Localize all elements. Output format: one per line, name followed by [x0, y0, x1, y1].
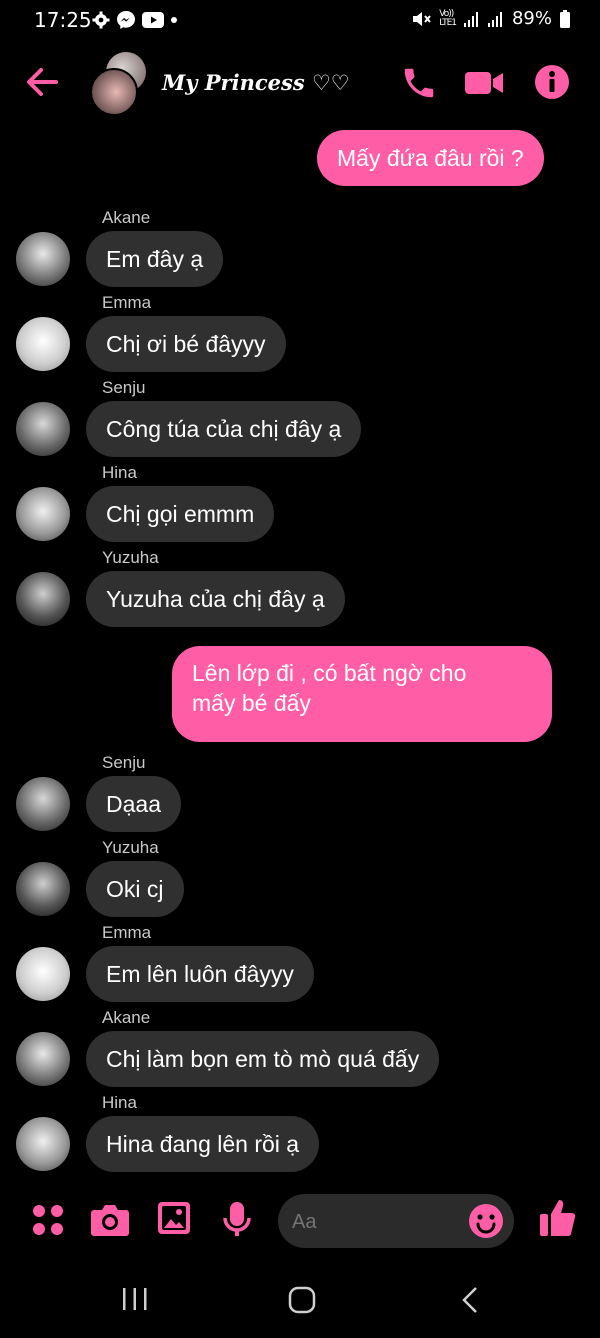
phone-icon[interactable]: [400, 64, 438, 102]
avatar-hina[interactable]: [16, 1117, 70, 1171]
back-icon[interactable]: [458, 1286, 482, 1314]
status-bar: 17:25 Vo)) LTE1 89%: [0, 0, 600, 40]
thumbs-up-icon[interactable]: [538, 1196, 578, 1240]
gear-icon: [92, 11, 110, 29]
avatar-senju[interactable]: [16, 777, 70, 831]
message-line: mấy bé đấy: [192, 690, 311, 716]
camera-icon[interactable]: [90, 1202, 130, 1238]
recent-apps-icon[interactable]: [120, 1286, 150, 1312]
group-avatar[interactable]: [90, 52, 150, 116]
sender-name: Akane: [102, 1008, 151, 1027]
sender-name: Hina: [102, 463, 137, 482]
incoming-message[interactable]: Dạaa: [86, 776, 181, 832]
system-nav-bar: [0, 1262, 600, 1338]
clock: 17:25: [34, 8, 92, 32]
sender-name: Senju: [102, 753, 146, 772]
chat-header: My Princess ♡♡: [0, 48, 600, 120]
messenger-icon: [117, 11, 135, 29]
youtube-icon: [142, 12, 164, 28]
home-icon[interactable]: [288, 1286, 316, 1314]
incoming-message[interactable]: Chị làm bọn em tò mò quá đấy: [86, 1031, 440, 1087]
video-call-icon[interactable]: [464, 64, 504, 102]
chat-title[interactable]: My Princess ♡♡: [162, 70, 350, 95]
incoming-message[interactable]: Em đây ạ: [86, 231, 224, 287]
outgoing-message-multiline[interactable]: Lên lớp đi , có bất ngờ cho mấy bé đấy: [172, 646, 552, 742]
gallery-icon[interactable]: [156, 1200, 192, 1236]
incoming-message[interactable]: Em lên luôn đâyyy: [86, 946, 314, 1002]
info-icon[interactable]: [534, 64, 570, 100]
more-apps-icon[interactable]: [30, 1202, 66, 1238]
incoming-message[interactable]: Chị ơi bé đâyyy: [86, 316, 286, 372]
microphone-icon[interactable]: [220, 1200, 254, 1240]
sender-name: Yuzuha: [102, 838, 159, 857]
composer-bar: [0, 1186, 600, 1256]
avatar-yuzuha[interactable]: [16, 572, 70, 626]
emoji-icon[interactable]: [468, 1203, 504, 1239]
incoming-message[interactable]: Yuzuha của chị đây ạ: [86, 571, 345, 627]
avatar-hina[interactable]: [16, 487, 70, 541]
avatar-emma[interactable]: [16, 317, 70, 371]
incoming-message[interactable]: Oki cj: [86, 861, 184, 917]
incoming-message[interactable]: Hina đang lên rồi ạ: [86, 1116, 320, 1172]
back-arrow-icon[interactable]: [22, 62, 62, 102]
battery-icon: [560, 9, 570, 28]
incoming-message[interactable]: Chị gọi emmm: [86, 486, 275, 542]
message-input[interactable]: [290, 1194, 464, 1250]
message-composer[interactable]: [278, 1194, 514, 1250]
group-avatar-front: [90, 68, 138, 116]
outgoing-message[interactable]: Mấy đứa đâu rồi ?: [317, 130, 544, 186]
sender-name: Emma: [102, 923, 152, 942]
signal-icon-2: [487, 11, 502, 27]
sender-name: Senju: [102, 378, 146, 397]
avatar-yuzuha[interactable]: [16, 862, 70, 916]
signal-icon: [463, 11, 478, 27]
avatar-emma[interactable]: [16, 947, 70, 1001]
battery-percent: 89%: [511, 8, 552, 29]
network-label: LTE1: [439, 17, 457, 28]
sender-name: Hina: [102, 1093, 137, 1112]
incoming-message[interactable]: Công túa của chị đây ạ: [86, 401, 362, 457]
avatar-senju[interactable]: [16, 402, 70, 456]
message-line: Lên lớp đi , có bất ngờ cho: [192, 660, 467, 686]
sender-name: Akane: [102, 208, 151, 227]
sender-name: Yuzuha: [102, 548, 159, 567]
sender-name: Emma: [102, 293, 152, 312]
mute-icon: [413, 11, 432, 26]
notification-dot-icon: [171, 17, 177, 23]
avatar-akane[interactable]: [16, 1032, 70, 1086]
avatar-akane[interactable]: [16, 232, 70, 286]
